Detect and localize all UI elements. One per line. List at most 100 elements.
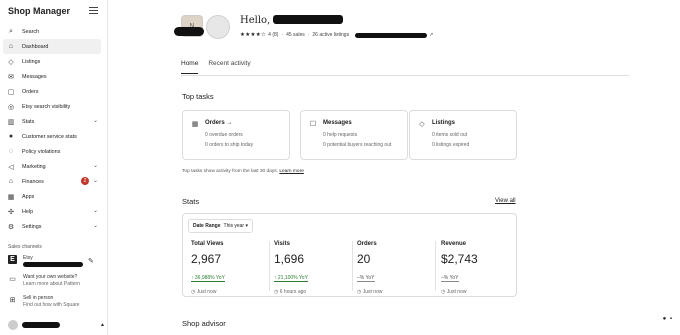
stat-value: 2,967	[191, 252, 222, 266]
active-listings: 26 active listings	[312, 32, 350, 38]
account-menu[interactable]: ▲	[8, 320, 105, 330]
redacted-account-name	[22, 322, 60, 328]
greeting: Hello,	[240, 15, 344, 26]
stat-updated: ◷ Just now	[441, 289, 467, 295]
sidebar-item-policy-violations[interactable]: ◌ Policy violations	[3, 144, 101, 159]
date-range-dropdown[interactable]: Date Range This year ▾	[188, 219, 253, 233]
tab-home[interactable]: Home	[181, 60, 199, 74]
view-all-link[interactable]: View all	[495, 198, 516, 204]
date-range-value: This year ▾	[223, 223, 248, 229]
redacted-shop-name	[23, 262, 83, 267]
learn-more-link[interactable]: Learn more	[279, 169, 304, 174]
task-card-messages[interactable]: ☐ Messages 0 help requests 0 potential b…	[300, 110, 408, 160]
sidebar-item-stats[interactable]: ▥ Stats ⌄	[3, 114, 101, 129]
square-icon: ⊞	[9, 296, 16, 304]
top-tasks-note: Top tasks show activity from the last 30…	[182, 169, 304, 174]
sidebar-item-search[interactable]: ⌕ Search	[3, 24, 101, 39]
sidebar-item-label: Help	[22, 208, 34, 215]
sidebar-item-label: Dashboard	[22, 43, 49, 50]
main-content: N Hello, ★★★★☆ 4 (8) · 45 sales · 26 act…	[108, 0, 680, 335]
sidebar-item-label: Policy violations	[22, 148, 61, 155]
separator: ·	[281, 32, 284, 38]
chat-icon[interactable]: ●	[663, 316, 667, 322]
tab-recent-activity[interactable]: Recent activity	[208, 60, 250, 74]
stat-divider	[352, 241, 353, 291]
sidebar: Shop Manager ⌕ Search ⌂ Dashboard ◇ Listing…	[0, 0, 108, 335]
edit-icon[interactable]: ✎	[88, 257, 94, 265]
stat-value: 20	[357, 252, 371, 266]
help-icon: ✣	[8, 208, 14, 216]
channel-etsy[interactable]: E Etsy ✎	[8, 255, 94, 267]
sidebar-item-finances[interactable]: ⌂ Finances 2 ⌄	[3, 174, 101, 189]
stat-orders[interactable]: Orders 20 –% YoY ◷ Just now	[357, 241, 432, 295]
sales-count: 45 sales	[286, 32, 305, 38]
task-title: Orders →	[205, 120, 233, 126]
floating-actions: ● ▪	[663, 316, 672, 322]
top-tasks-title: Top tasks	[182, 92, 214, 101]
orders-icon: ▦	[191, 121, 199, 128]
sidebar-item-label: Messages	[22, 73, 47, 80]
sidebar-item-listings[interactable]: ◇ Listings	[3, 54, 101, 69]
messages-icon: ☐	[309, 121, 317, 128]
user-avatar[interactable]	[206, 15, 230, 39]
sidebar-item-dashboard[interactable]: ⌂ Dashboard	[3, 39, 101, 54]
apps-icon: ▦	[7, 193, 15, 201]
sidebar-item-search-visibility[interactable]: ◎ Etsy search visibility	[3, 99, 101, 114]
task-line: 0 help requests	[323, 132, 358, 138]
stat-delta: ↑ 36,988% YoY	[191, 275, 225, 282]
redacted-shop-link	[355, 32, 428, 38]
sidebar-item-label: Customer service stats	[22, 133, 77, 140]
sidebar-item-settings[interactable]: ⚙ Settings ⌄	[3, 219, 101, 234]
tag-icon: ◇	[8, 58, 14, 66]
stats-card: Date Range This year ▾ Total Views 2,967…	[182, 213, 517, 297]
sidebar-item-orders[interactable]: ▢ Orders	[3, 84, 101, 99]
stat-label: Total Views	[191, 241, 224, 247]
chart-icon: ▥	[7, 118, 15, 126]
channel-pattern[interactable]: ▭ Want your own website? Learn more abou…	[8, 274, 80, 288]
sidebar-nav: ⌕ Search ⌂ Dashboard ◇ Listings ✉ Messages ▢…	[3, 24, 101, 234]
pattern-icon: ▭	[9, 275, 16, 283]
task-line: 0 items sold out	[432, 132, 468, 138]
stat-label: Revenue	[441, 241, 467, 247]
stat-revenue[interactable]: Revenue $2,743 –% YoY ◷ Just now	[441, 241, 516, 295]
stat-label: Orders	[357, 241, 377, 247]
sidebar-item-help[interactable]: ✣ Help ⌄	[3, 204, 101, 219]
stat-total-views[interactable]: Total Views 2,967 ↑ 36,988% YoY ◷ Just n…	[191, 241, 266, 295]
menu-icon[interactable]	[89, 7, 98, 14]
sidebar-item-label: Marketing	[22, 163, 46, 170]
square-line2: Find out how with Square	[23, 302, 80, 308]
task-title: Listings	[432, 120, 456, 126]
chevron-down-icon: ⌄	[92, 208, 98, 214]
rating-value: 4 (8)	[268, 32, 279, 38]
sidebar-item-label: Search	[22, 28, 40, 35]
search-icon: ⌕	[9, 27, 13, 35]
channel-square[interactable]: ⊞ Sell in person Find out how with Squar…	[8, 295, 80, 309]
sidebar-item-apps[interactable]: ▦ Apps	[3, 189, 101, 204]
sidebar-item-marketing[interactable]: ◁ Marketing ⌄	[3, 159, 101, 174]
stat-updated: ◷ 6 hours ago	[274, 289, 307, 295]
star-rating: ★★★★☆	[240, 32, 267, 38]
gear-icon: ⚙	[7, 223, 15, 231]
external-link-icon[interactable]: ↗	[429, 32, 433, 38]
separator: ·	[307, 32, 310, 38]
bank-icon: ⌂	[8, 178, 14, 185]
sidebar-item-messages[interactable]: ✉ Messages	[3, 69, 101, 84]
task-title: Messages	[323, 120, 352, 126]
task-card-orders[interactable]: ▦ Orders → 0 overdue orders 0 orders to …	[182, 110, 290, 160]
listings-icon: ◇	[419, 121, 425, 128]
message-icon: ✉	[8, 73, 14, 81]
home-icon: ⌂	[8, 43, 14, 50]
stat-updated: ◷ Just now	[357, 289, 383, 295]
sidebar-item-label: Settings	[22, 223, 42, 230]
chevron-down-icon: ⌄	[92, 223, 98, 229]
task-card-listings[interactable]: ◇ Listings 0 items sold out 0 listings e…	[409, 110, 517, 160]
top-tasks-note-text: Top tasks show activity from the last 30…	[182, 169, 278, 174]
stat-visits[interactable]: Visits 1,696 ↑ 21,100% YoY ◷ 6 hours ago	[274, 241, 349, 295]
stat-value: $2,743	[441, 252, 478, 266]
sidebar-item-label: Stats	[22, 118, 35, 125]
chevron-down-icon: ⌄	[92, 163, 98, 169]
sidebar-item-customer-service-stats[interactable]: ● Customer service stats	[3, 129, 101, 144]
service-icon: ●	[8, 133, 14, 140]
grid-icon[interactable]: ▪	[670, 316, 672, 322]
stat-divider	[435, 241, 436, 291]
